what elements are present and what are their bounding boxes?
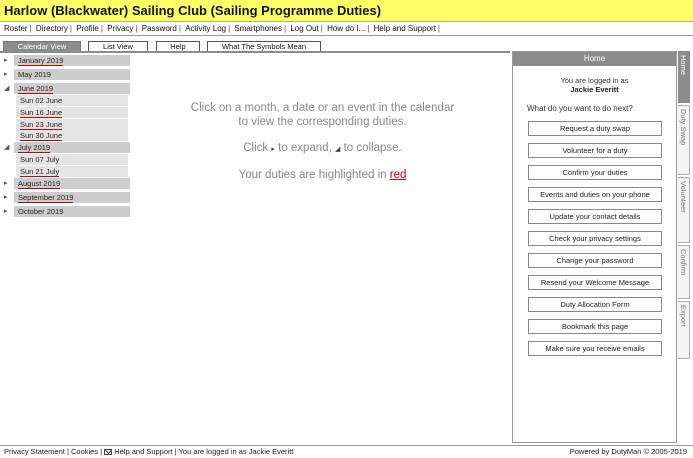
side-tab-export[interactable]: Export <box>678 301 690 359</box>
menu-privacy[interactable]: Privacy <box>105 22 135 36</box>
date-label: Sun 21 July <box>20 167 60 177</box>
logged-in-label: You are logged in as <box>560 76 629 85</box>
menu-activity-log[interactable]: Activity Log <box>183 22 228 36</box>
instruction-line-2: to view the corresponding duties. <box>238 116 407 128</box>
menu-directory[interactable]: Directory <box>34 22 70 36</box>
collapse-arrow-icon: ◢ <box>334 146 341 153</box>
month-label: July 2019 <box>18 143 51 153</box>
bookmark-button[interactable]: Bookmark this page <box>528 319 662 334</box>
side-tab-home[interactable]: Home <box>678 51 690 103</box>
privacy-settings-button[interactable]: Check your privacy settings <box>528 231 662 246</box>
home-panel: Home You are logged in as Jackie Everitt… <box>512 51 677 443</box>
footer-cookies-link[interactable]: Cookies <box>71 447 98 456</box>
footer-logged-in: You are logged in as Jackie Everitt <box>178 447 294 456</box>
change-password-button[interactable]: Change your password <box>528 253 662 268</box>
panel-title: Home <box>513 52 676 66</box>
events-phone-button[interactable]: Events and duties on your phone <box>528 187 662 202</box>
expand-arrow-icon[interactable]: ▸ <box>4 178 12 189</box>
menu-profile[interactable]: Profile <box>74 22 101 36</box>
footer-privacy-link[interactable]: Privacy Statement <box>4 447 65 456</box>
app-header: Harlow (Blackwater) Sailing Club (Sailin… <box>0 0 693 22</box>
expand-arrow-icon[interactable]: ▸ <box>4 69 12 80</box>
tabs-divider <box>0 51 510 53</box>
collapse-arrow-icon[interactable]: ◢ <box>4 83 12 94</box>
confirm-duties-button[interactable]: Confirm your duties <box>528 165 662 180</box>
month-label: August 2019 <box>18 179 61 189</box>
next-question: What do you want to do next? <box>527 104 633 113</box>
instruction-highlight: Your duties are highlighted in red <box>238 169 407 181</box>
expand-arrow-icon[interactable]: ▸ <box>4 55 12 66</box>
mail-icon <box>104 449 113 456</box>
side-tab-duty-swap[interactable]: Duty Swap <box>678 105 690 175</box>
receive-emails-button[interactable]: Make sure you receive emails <box>528 341 662 356</box>
collapse-arrow-icon[interactable]: ◢ <box>4 142 12 153</box>
side-tab-volunteer[interactable]: Volunteer <box>678 177 690 243</box>
month-label[interactable]: October 2019 <box>14 206 130 217</box>
duty-allocation-button[interactable]: Duty Allocation Form <box>528 297 662 312</box>
menu-roster[interactable]: Roster <box>0 22 30 36</box>
expand-arrow-icon: ▸ <box>271 146 275 153</box>
month-label[interactable]: May 2019 <box>14 69 130 80</box>
red-highlight-link[interactable]: red <box>390 169 407 181</box>
expand-arrow-icon[interactable]: ▸ <box>4 192 12 203</box>
top-menu: Roster | Directory | Profile | Privacy | Pas… <box>0 22 693 36</box>
footer-powered-by: Powered by DutyMan © 2005-2019 <box>569 447 687 456</box>
instruction-line-1: Click on a month, a date or an event in … <box>190 102 455 114</box>
footer-help-link[interactable]: Help and Support <box>114 447 172 456</box>
menu-how-do-i[interactable]: How do I... <box>325 22 367 36</box>
date-label: Sun 23 June <box>20 120 63 130</box>
menu-log-out[interactable]: Log Out <box>288 22 320 36</box>
date-label[interactable]: Sun 07 July <box>16 154 128 165</box>
menu-smartphones[interactable]: Smartphones <box>232 22 284 36</box>
menu-help-support[interactable]: Help and Support <box>372 22 438 36</box>
date-label: Sun 30 June <box>20 131 63 141</box>
month-label: September 2019 <box>18 193 74 203</box>
page-footer: Privacy Statement | Cookies | Help and S… <box>0 445 693 458</box>
date-label[interactable]: Sun 02 June <box>16 95 128 106</box>
month-label: June 2019 <box>18 84 54 94</box>
update-contact-button[interactable]: Update your contact details <box>528 209 662 224</box>
resend-welcome-button[interactable]: Resend your Welcome Message <box>528 275 662 290</box>
page-title: Harlow (Blackwater) Sailing Club (Sailin… <box>4 3 382 18</box>
request-duty-swap-button[interactable]: Request a duty swap <box>528 121 662 136</box>
side-tab-confirm[interactable]: Confirm <box>678 245 690 299</box>
instruction-expand-collapse: Click ▸ to expand, ◢ to collapse. <box>243 142 402 154</box>
menu-password[interactable]: Password <box>140 22 179 36</box>
volunteer-button[interactable]: Volunteer for a duty <box>528 143 662 158</box>
expand-arrow-icon[interactable]: ▸ <box>4 206 12 217</box>
user-name: Jackie Everitt <box>570 85 619 94</box>
month-label: January 2019 <box>18 56 64 66</box>
date-label: Sun 16 June <box>20 108 63 118</box>
